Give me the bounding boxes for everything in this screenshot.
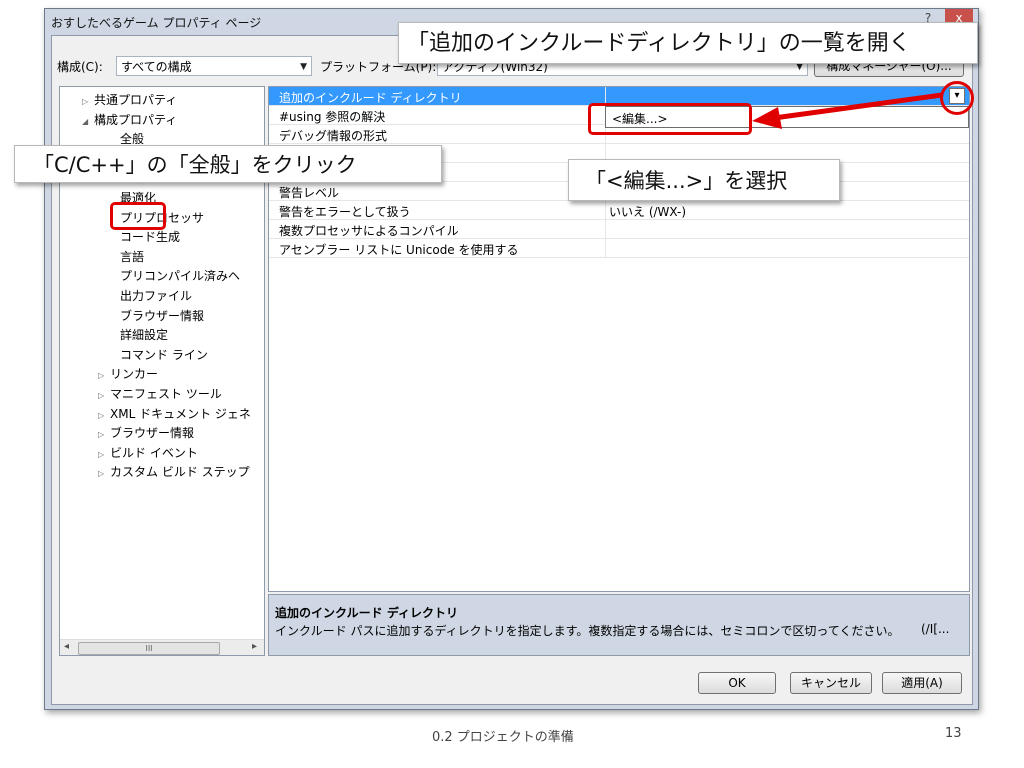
tree-item-label: マニフェスト ツール	[110, 387, 222, 401]
description-suffix: (/I[...	[921, 622, 950, 636]
tree-item[interactable]: ▷ ビルド イベント	[98, 444, 198, 461]
tree-item-label: 言語	[120, 249, 145, 264]
chevron-down-icon: ▼	[300, 62, 307, 72]
property-name: 警告をエラーとして扱う	[279, 205, 411, 219]
tree-item[interactable]: ◢ 構成プロパティ	[82, 111, 177, 128]
property-name: 警告レベル	[279, 186, 340, 200]
dialog-body: 構成(C): すべての構成 ▼ プラットフォーム(P): アクティブ(Win32…	[51, 35, 973, 705]
tree-item-label: コード生成	[120, 230, 181, 245]
property-value: いいえ (/WX-)	[609, 205, 687, 219]
cancel-button[interactable]: キャンセル	[790, 672, 872, 694]
red-arrow-icon	[752, 92, 943, 129]
callout-select-edit: 「<編集...>」を選択	[568, 159, 840, 201]
tree-item-label: リンカー	[110, 367, 159, 382]
tree-item[interactable]: ブラウザー情報	[120, 307, 204, 324]
scroll-right-icon[interactable]: ▸	[252, 641, 257, 652]
tree-item-label: 共通プロパティ	[94, 93, 178, 107]
config-select[interactable]: すべての構成 ▼	[116, 56, 312, 76]
tree-item[interactable]: コード生成	[120, 228, 180, 245]
description-text: インクルード パスに追加するディレクトリを指定します。複数指定する場合には、セミ…	[275, 624, 900, 638]
tree-item-label: 構成プロパティ	[94, 112, 178, 127]
property-row[interactable]: アセンブラー リストに Unicode を使用する	[269, 239, 969, 258]
tree-item-label: 出力ファイル	[120, 289, 193, 303]
tree-item[interactable]: プリコンパイル済みヘ	[120, 267, 240, 284]
tree-item[interactable]: 出力ファイル	[120, 287, 192, 304]
tree-item[interactable]: ▷ リンカー	[98, 365, 158, 382]
property-name: アセンブラー リストに Unicode を使用する	[279, 243, 519, 257]
apply-button[interactable]: 適用(A)	[882, 672, 962, 694]
expanded-arrow-icon[interactable]: ◢	[82, 117, 94, 126]
tree-item[interactable]: コマンド ライン	[120, 346, 208, 363]
collapsed-arrow-icon[interactable]: ▷	[98, 450, 110, 459]
tree-item[interactable]: 詳細設定	[120, 326, 168, 343]
collapsed-arrow-icon[interactable]: ▷	[98, 391, 110, 400]
config-label: 構成(C):	[57, 60, 103, 74]
scroll-thumb[interactable]: III	[78, 642, 220, 655]
highlight-edit-box	[588, 103, 752, 135]
tree-item-label: XML ドキュメント ジェネ	[110, 406, 251, 421]
tree-item[interactable]: 言語	[120, 248, 144, 265]
callout-open-list: 「追加のインクルードディレクトリ」の一覧を開く	[398, 22, 978, 64]
tree-item-label: ブラウザー情報	[110, 426, 195, 441]
description-panel: 追加のインクルード ディレクトリ インクルード パスに追加するディレクトリを指定…	[268, 594, 970, 656]
highlight-general-box	[110, 202, 166, 230]
tree-item[interactable]: ▷ カスタム ビルド ステップ	[98, 463, 250, 480]
footer-caption: 0.2 プロジェクトの準備	[432, 730, 574, 745]
property-name: 追加のインクルード ディレクトリ	[279, 91, 462, 105]
column-divider	[605, 239, 606, 257]
collapsed-arrow-icon[interactable]: ▷	[98, 371, 110, 380]
horizontal-scrollbar[interactable]: ◂ III ▸	[60, 639, 264, 655]
tree-item-label: ブラウザー情報	[120, 308, 205, 323]
property-row[interactable]: 複数プロセッサによるコンパイル	[269, 220, 969, 239]
tree-item-label: ビルド イベント	[110, 445, 198, 460]
tree-item[interactable]: ▷ マニフェスト ツール	[98, 385, 222, 402]
config-select-value: すべての構成	[121, 60, 192, 74]
window-title: おすしたべるゲーム プロパティ ページ	[51, 16, 262, 30]
collapsed-arrow-icon[interactable]: ▷	[98, 430, 110, 439]
tree-item-label: コマンド ライン	[120, 347, 208, 362]
tree-item-label: プリコンパイル済みヘ	[120, 269, 241, 284]
property-row[interactable]: 警告をエラーとして扱う いいえ (/WX-)	[269, 201, 969, 220]
ok-button[interactable]: OK	[698, 672, 776, 694]
property-name: 複数プロセッサによるコンパイル	[279, 224, 459, 238]
tree-item[interactable]: ▷ 共通プロパティ	[82, 91, 177, 108]
tree-item[interactable]: ▷ ブラウザー情報	[98, 424, 194, 441]
property-name: #using 参照の解決	[279, 110, 386, 124]
tree-item[interactable]: ▷ XML ドキュメント ジェネ	[98, 405, 251, 422]
tree-item-label: カスタム ビルド ステップ	[110, 465, 250, 480]
collapsed-arrow-icon[interactable]: ▷	[98, 411, 110, 420]
callout-click-general: 「C/C++」の「全般」をクリック	[14, 145, 442, 183]
scroll-left-icon[interactable]: ◂	[64, 641, 69, 652]
page-number: 13	[945, 726, 962, 741]
property-name: デバッグ情報の形式	[279, 129, 388, 143]
collapsed-arrow-icon[interactable]: ▷	[82, 97, 94, 106]
column-divider	[605, 201, 606, 219]
tree-item-label: 詳細設定	[120, 328, 169, 343]
collapsed-arrow-icon[interactable]: ▷	[98, 469, 110, 478]
description-title: 追加のインクルード ディレクトリ	[275, 606, 458, 620]
column-divider	[605, 220, 606, 238]
